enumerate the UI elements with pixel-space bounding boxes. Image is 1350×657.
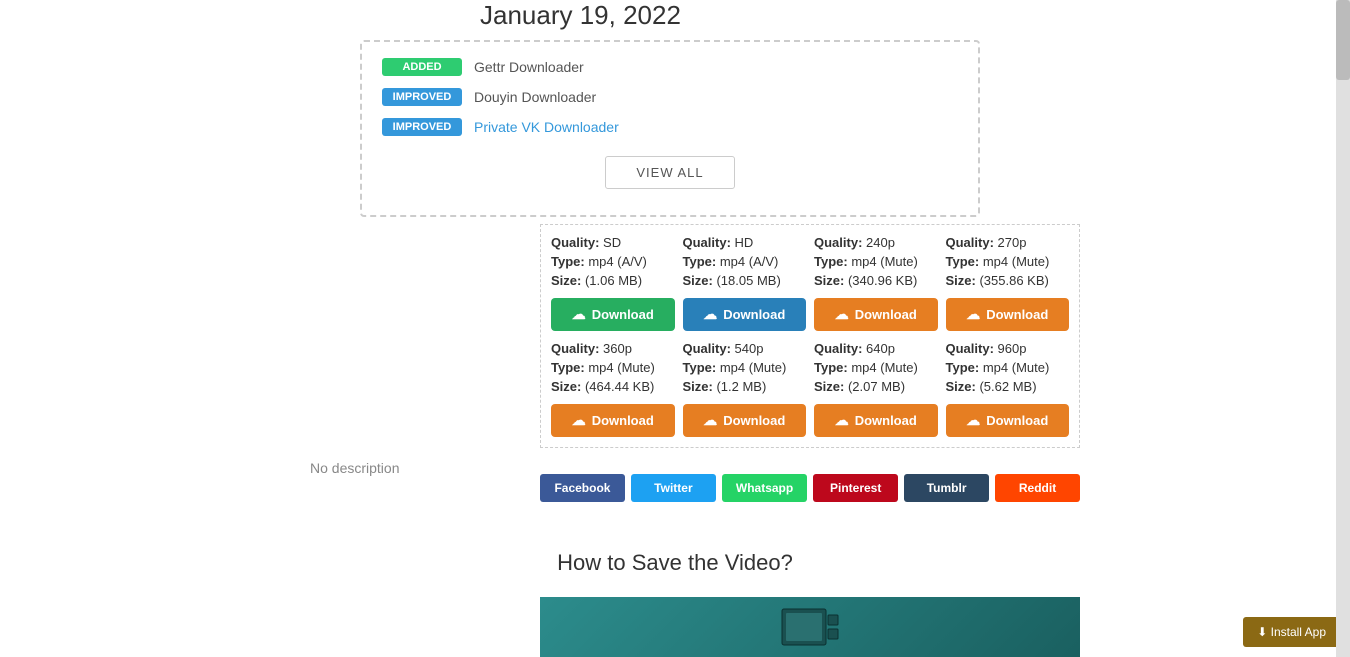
view-all-wrap: VIEW ALL xyxy=(382,156,958,189)
size-r0c2: Size: (340.96 KB) xyxy=(814,273,938,288)
changelog-item-0: ADDED Gettr Downloader xyxy=(382,58,958,76)
content-area: January 19, 2022 ADDED Gettr Downloader … xyxy=(0,0,1350,657)
changelog-text-1: Douyin Downloader xyxy=(474,89,596,105)
changelog-item-2: IMPROVED Private VK Downloader xyxy=(382,118,958,136)
video-inner xyxy=(540,597,1080,657)
downloads-inner: Quality: SD Type: mp4 (A/V) Size: (1.06 … xyxy=(551,235,1069,437)
downloads-grid: Quality: SD Type: mp4 (A/V) Size: (1.06 … xyxy=(540,224,1080,448)
cloud-icon: ☁ xyxy=(835,306,849,323)
quality-r1c0: Quality: 360p xyxy=(551,341,675,356)
cloud-icon: ☁ xyxy=(835,412,849,429)
dl-cell-r0c0: Quality: SD Type: mp4 (A/V) Size: (1.06 … xyxy=(551,235,675,331)
dl-cell-r1c1: Quality: 540p Type: mp4 (Mute) Size: (1.… xyxy=(683,341,807,437)
size-r1c3: Size: (5.62 MB) xyxy=(946,379,1070,394)
how-to-title: How to Save the Video? xyxy=(0,550,1350,576)
changelog-text-2[interactable]: Private VK Downloader xyxy=(474,119,619,135)
quality-r0c3: Quality: 270p xyxy=(946,235,1070,250)
quality-r1c2: Quality: 640p xyxy=(814,341,938,356)
changelog-item-1: IMPROVED Douyin Downloader xyxy=(382,88,958,106)
changelog-box: ADDED Gettr Downloader IMPROVED Douyin D… xyxy=(360,40,980,217)
page-wrapper: January 19, 2022 ADDED Gettr Downloader … xyxy=(0,0,1350,657)
cloud-icon: ☁ xyxy=(572,306,586,323)
badge-improved-2: IMPROVED xyxy=(382,118,462,136)
quality-r0c1: Quality: HD xyxy=(683,235,807,250)
download-btn-r0c0[interactable]: ☁ Download xyxy=(551,298,675,331)
type-r1c2: Type: mp4 (Mute) xyxy=(814,360,938,375)
size-r1c1: Size: (1.2 MB) xyxy=(683,379,807,394)
scrollbar-track xyxy=(1336,0,1350,657)
dl-cell-r0c3: Quality: 270p Type: mp4 (Mute) Size: (35… xyxy=(946,235,1070,331)
dl-cell-r0c2: Quality: 240p Type: mp4 (Mute) Size: (34… xyxy=(814,235,938,331)
date-text: January 19, 2022 xyxy=(480,0,681,30)
date-heading: January 19, 2022 xyxy=(480,0,681,31)
badge-added-0: ADDED xyxy=(382,58,462,76)
type-r0c0: Type: mp4 (A/V) xyxy=(551,254,675,269)
download-btn-r1c3[interactable]: ☁ Download xyxy=(946,404,1070,437)
install-app-button[interactable]: ⬇ Install App xyxy=(1243,617,1340,647)
dl-cell-r1c3: Quality: 960p Type: mp4 (Mute) Size: (5.… xyxy=(946,341,1070,437)
download-btn-r1c2[interactable]: ☁ Download xyxy=(814,404,938,437)
no-description: No description xyxy=(310,460,400,476)
size-r0c0: Size: (1.06 MB) xyxy=(551,273,675,288)
cloud-icon: ☁ xyxy=(966,306,980,323)
size-r1c2: Size: (2.07 MB) xyxy=(814,379,938,394)
type-r1c0: Type: mp4 (Mute) xyxy=(551,360,675,375)
badge-improved-1: IMPROVED xyxy=(382,88,462,106)
quality-r0c0: Quality: SD xyxy=(551,235,675,250)
dl-cell-r0c1: Quality: HD Type: mp4 (A/V) Size: (18.05… xyxy=(683,235,807,331)
twitter-button[interactable]: Twitter xyxy=(631,474,716,502)
reddit-button[interactable]: Reddit xyxy=(995,474,1080,502)
pinterest-button[interactable]: Pinterest xyxy=(813,474,898,502)
facebook-button[interactable]: Facebook xyxy=(540,474,625,502)
type-r0c1: Type: mp4 (A/V) xyxy=(683,254,807,269)
download-btn-r0c1[interactable]: ☁ Download xyxy=(683,298,807,331)
download-btn-r0c2[interactable]: ☁ Download xyxy=(814,298,938,331)
scrollbar-thumb[interactable] xyxy=(1336,0,1350,80)
cloud-icon: ☁ xyxy=(703,306,717,323)
size-r0c3: Size: (355.86 KB) xyxy=(946,273,1070,288)
changelog-text-0: Gettr Downloader xyxy=(474,59,584,75)
download-btn-r1c1[interactable]: ☁ Download xyxy=(683,404,807,437)
type-r0c3: Type: mp4 (Mute) xyxy=(946,254,1070,269)
quality-r1c3: Quality: 960p xyxy=(946,341,1070,356)
dl-cell-r1c2: Quality: 640p Type: mp4 (Mute) Size: (2.… xyxy=(814,341,938,437)
social-bar: Facebook Twitter Whatsapp Pinterest Tumb… xyxy=(540,474,1080,502)
download-btn-r1c0[interactable]: ☁ Download xyxy=(551,404,675,437)
video-preview xyxy=(540,597,1080,657)
cloud-icon: ☁ xyxy=(966,412,980,429)
type-r1c1: Type: mp4 (Mute) xyxy=(683,360,807,375)
cloud-icon: ☁ xyxy=(703,412,717,429)
size-r1c0: Size: (464.44 KB) xyxy=(551,379,675,394)
type-r0c2: Type: mp4 (Mute) xyxy=(814,254,938,269)
size-r0c1: Size: (18.05 MB) xyxy=(683,273,807,288)
tumblr-button[interactable]: Tumblr xyxy=(904,474,989,502)
quality-r0c2: Quality: 240p xyxy=(814,235,938,250)
whatsapp-button[interactable]: Whatsapp xyxy=(722,474,807,502)
video-placeholder-icon xyxy=(780,607,840,647)
type-r1c3: Type: mp4 (Mute) xyxy=(946,360,1070,375)
cloud-icon: ☁ xyxy=(572,412,586,429)
view-all-button[interactable]: VIEW ALL xyxy=(605,156,734,189)
download-btn-r0c3[interactable]: ☁ Download xyxy=(946,298,1070,331)
quality-r1c1: Quality: 540p xyxy=(683,341,807,356)
dl-cell-r1c0: Quality: 360p Type: mp4 (Mute) Size: (46… xyxy=(551,341,675,437)
